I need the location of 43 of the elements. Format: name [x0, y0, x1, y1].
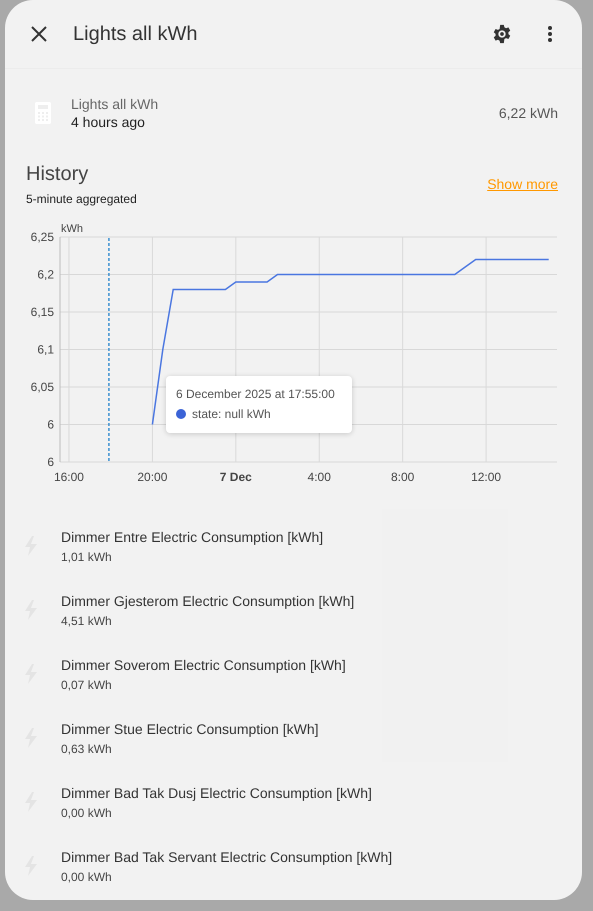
- section-subtitle: 5-minute aggregated: [26, 192, 137, 206]
- kebab-icon: [547, 25, 553, 43]
- item-name: Dimmer Soverom Electric Consumption [kWh]: [61, 656, 346, 672]
- item-state: 4,51 kWh: [61, 614, 113, 628]
- list-item[interactable]: Dimmer Stue Electric Consumption [kWh] 0,63 kWh: [25, 706, 558, 770]
- y-tick-label: 6,25: [30, 230, 54, 244]
- y-tick-label: 6,15: [30, 305, 54, 319]
- axis-unit: kWh: [61, 223, 83, 235]
- list-item[interactable]: Dimmer Gjesterom Electric Consumption [kWh] 4,51 kWh: [25, 578, 558, 642]
- x-tick-label: 16:00: [54, 470, 84, 484]
- close-icon: [30, 25, 48, 43]
- y-tick-label: 6,05: [30, 380, 54, 394]
- item-name: Dimmer Entre Electric Consumption [kWh]: [61, 528, 324, 544]
- section-title: History: [26, 163, 90, 186]
- entity-name: Lights all kWh: [71, 96, 160, 112]
- tooltip-value: state: null kWh: [192, 407, 271, 421]
- x-tick-label: 4:00: [308, 470, 331, 484]
- item-state: 0,00 kWh: [61, 870, 113, 884]
- entity-state: 6,22 kWh: [498, 105, 558, 121]
- item-state: 1,01 kWh: [61, 550, 113, 564]
- y-tick-label: 6,1: [37, 342, 54, 356]
- y-tick-label: 6: [47, 418, 54, 432]
- last-changed: 4 hours ago: [71, 114, 146, 130]
- x-tick-label: 8:00: [390, 470, 414, 484]
- y-tick-label: 6,2: [37, 268, 54, 282]
- list-item[interactable]: Dimmer Soverom Electric Consumption [kWh] 0,07 kWh: [25, 642, 558, 706]
- gear-icon: [491, 23, 513, 45]
- item-state: 0,07 kWh: [61, 678, 113, 692]
- item-name: Dimmer Bad Tak Dusj Electric Consumption [kWh]: [61, 784, 372, 800]
- x-tick-label: 20:00: [137, 470, 168, 484]
- y-tick-label: 6: [47, 455, 54, 469]
- item-state: 0,00 kWh: [61, 806, 113, 820]
- item-name: Dimmer Bad Tak Servant Electric Consumption [kWh]: [61, 848, 392, 864]
- item-name: Dimmer Gjesterom Electric Consumption [kWh]: [61, 592, 354, 608]
- x-tick-label: 7 Dec: [220, 470, 252, 484]
- list-item[interactable]: Dimmer Bad Tak Servant Electric Consumption [kWh] 0,00 kWh: [25, 834, 558, 898]
- list-item[interactable]: Dimmer Bad Tak Dusj Electric Consumption [kWh] 0,00 kWh: [25, 770, 558, 834]
- tooltip-title: 6 December 2025 at 17:55:00: [176, 387, 336, 401]
- x-tick-label: 12:00: [471, 470, 502, 484]
- dialog-title: Lights all kWh: [73, 22, 198, 46]
- list-item[interactable]: Dimmer Entre Electric Consumption [kWh] 1,01 kWh: [25, 514, 558, 578]
- item-name: Dimmer Stue Electric Consumption [kWh]: [61, 720, 319, 736]
- item-state: 0,63 kWh: [61, 742, 113, 756]
